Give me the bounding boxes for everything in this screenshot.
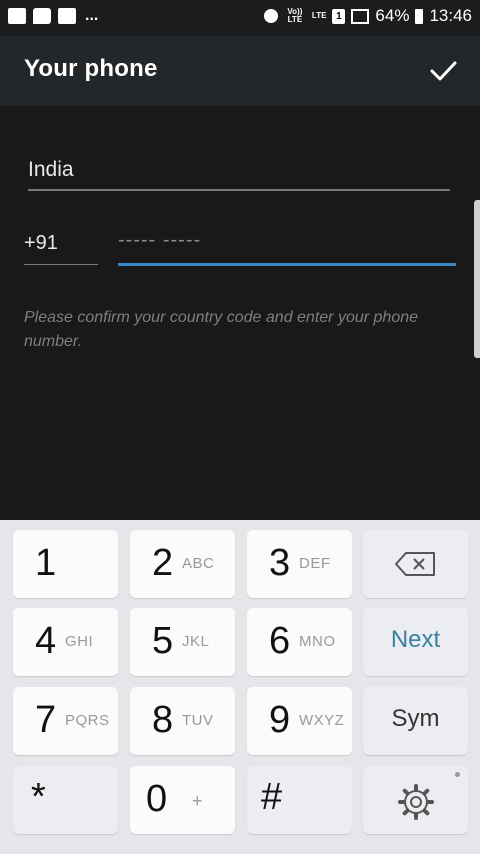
message-notification-icon [33,8,51,24]
notification-icons: ... [8,8,98,24]
scrollbar[interactable] [474,200,480,358]
key-letters: ABC [182,555,215,572]
clock: 13:46 [429,6,472,25]
settings-dot-indicator [455,772,460,777]
backspace-key[interactable] [363,530,468,598]
key-star[interactable]: * [13,766,118,834]
key-2[interactable]: 2 ABC [130,530,235,598]
volte-indicator: Vo)) LTE [287,7,303,24]
key-digit: * [31,776,46,818]
key-plus: + [192,791,203,811]
key-letters: GHI [65,633,94,650]
backspace-icon [395,552,435,576]
key-letters: TUV [182,712,214,729]
key-letters: WXYZ [299,712,345,729]
key-0[interactable]: 0 + [130,766,235,834]
key-digit: 4 [35,620,57,662]
gallery-notification-icon [8,8,26,24]
key-hash[interactable]: # [247,766,352,834]
status-bar: ... Vo)) LTE LTE 1 64% 13:46 [0,0,480,36]
key-1[interactable]: 1 [13,530,118,598]
key-7[interactable]: 7 PQRS [13,687,118,755]
battery-percent: 64% [375,6,410,25]
gear-icon [398,784,434,820]
key-digit: 9 [269,699,291,741]
app-bar: Your phone [0,36,480,106]
key-digit: 3 [269,542,291,584]
numeric-keyboard: 1 2 ABC 3 DEF 4 GHI 5 JKL 6 MNO Next 7 P… [0,520,480,854]
key-digit: # [261,776,283,818]
country-underline [28,189,450,191]
key-letters: JKL [182,633,210,650]
key-letters: PQRS [65,712,110,729]
phone-number-underline [118,263,456,266]
key-6[interactable]: 6 MNO [247,608,352,676]
key-digit: 2 [152,542,174,584]
country-code-field[interactable]: +91 [24,232,58,255]
page-title: Your phone [24,55,158,82]
hint-text: Please confirm your country code and ent… [24,309,419,350]
key-5[interactable]: 5 JKL [130,608,235,676]
key-digit: 7 [35,699,57,741]
key-letters: MNO [299,633,336,650]
more-notifications: ... [85,7,99,24]
key-digit: 8 [152,699,174,741]
key-digit: 1 [35,542,57,584]
alarm-icon [263,9,278,23]
key-3[interactable]: 3 DEF [247,530,352,598]
sim-indicator: 1 [332,8,346,24]
country-code-underline [24,264,98,265]
key-letters: DEF [299,555,331,572]
battery-icon [415,8,424,24]
phone-number-input[interactable]: ----- ----- [118,229,201,252]
key-4[interactable]: 4 GHI [13,608,118,676]
signal-icon [351,8,370,24]
key-digit: 0 [146,778,168,820]
sym-label: Sym [391,705,440,732]
system-icons: Vo)) LTE LTE 1 64% 13:46 [263,6,472,26]
sym-key[interactable]: Sym [363,687,468,755]
key-8[interactable]: 8 TUV [130,687,235,755]
mail-notification-icon [58,8,76,24]
key-digit: 5 [152,620,174,662]
key-9[interactable]: 9 WXYZ [247,687,352,755]
next-label: Next [390,626,441,653]
key-digit: 6 [269,620,291,662]
lte-indicator: LTE [311,11,327,20]
country-field[interactable]: India [28,158,74,182]
settings-key[interactable] [363,766,468,834]
next-key[interactable]: Next [363,608,468,676]
check-icon[interactable] [428,56,458,86]
